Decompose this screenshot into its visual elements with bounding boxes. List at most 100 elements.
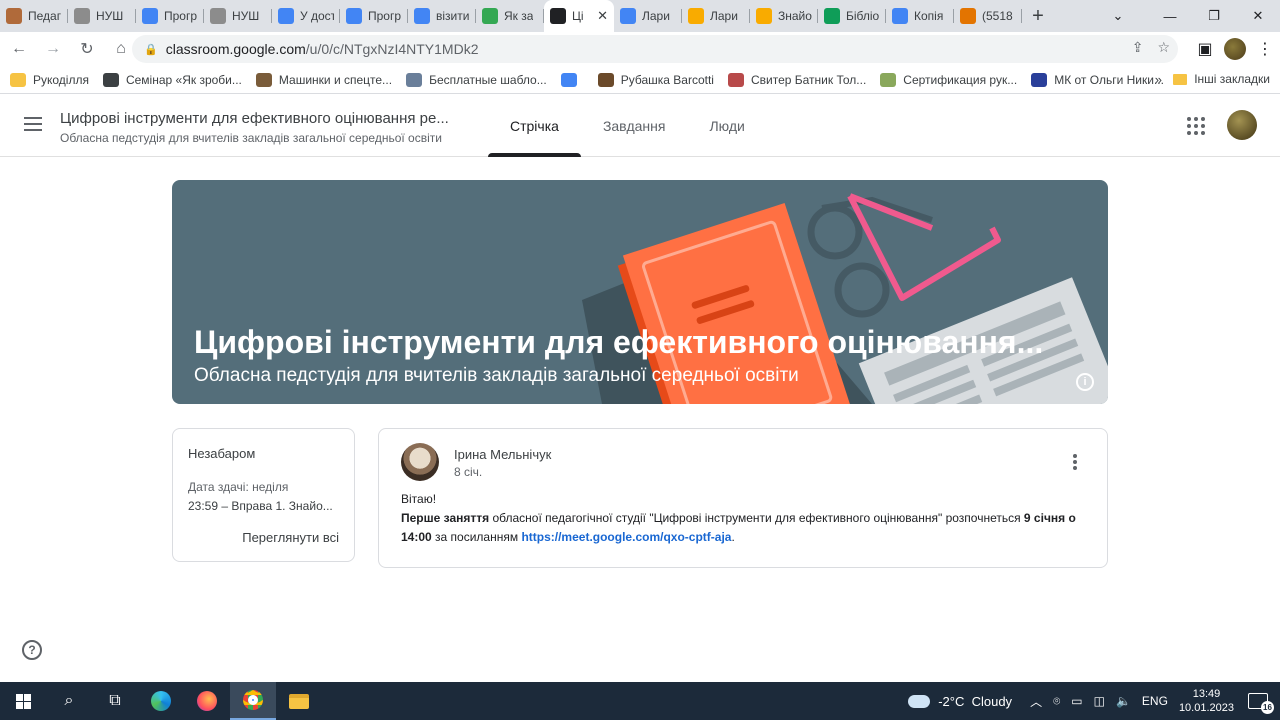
- meet-now-icon[interactable]: ⌾: [1053, 694, 1060, 709]
- post-date: 8 січ.: [454, 465, 483, 479]
- post-bold-first: Перше заняття: [401, 511, 490, 525]
- profile-avatar[interactable]: [1220, 34, 1250, 64]
- bookmark-favicon-icon: [727, 72, 744, 87]
- post-body: Вітаю! Перше заняття обласної педагогічн…: [401, 490, 1101, 547]
- account-avatar[interactable]: [1227, 110, 1257, 140]
- file-explorer-icon[interactable]: [276, 682, 322, 720]
- tab-favicon-icon: [620, 8, 636, 24]
- browser-tab[interactable]: Прогр: [136, 0, 204, 32]
- banner-subtitle: Обласна педстудія для вчителів закладів …: [194, 365, 799, 386]
- bookmark-favicon-icon: [255, 72, 272, 87]
- volume-icon[interactable]: 🔈: [1116, 694, 1131, 708]
- bookmark-label: МК от Ольги Ники...: [1054, 72, 1164, 87]
- bookmark-favicon-icon: [102, 72, 119, 87]
- folder-icon: [1173, 73, 1188, 85]
- bookmark-item[interactable]: Рукоділля: [10, 72, 89, 87]
- windows-taskbar: ⌕ ⧉ -2°C Cloudy ︿ ⌾ ▭ ◫ 🔈 ENG 13:49 10.0…: [0, 682, 1280, 720]
- language-indicator[interactable]: ENG: [1142, 694, 1168, 708]
- help-icon[interactable]: ?: [22, 640, 42, 660]
- notifications-icon[interactable]: 16: [1248, 693, 1274, 714]
- other-bookmarks-folder[interactable]: Інші закладки: [1173, 72, 1270, 86]
- tab-title: Ці: [572, 9, 584, 23]
- restore-button[interactable]: ❐: [1192, 0, 1236, 32]
- network-icon[interactable]: ◫: [1094, 694, 1105, 708]
- tab-people[interactable]: Люди: [687, 95, 766, 157]
- tab-favicon-icon: [824, 8, 840, 24]
- bookmark-item[interactable]: Сертификация рук...: [880, 72, 1017, 87]
- post-more-icon[interactable]: [1073, 454, 1077, 470]
- browser-toolbar: ← → ↻ ⌂ 🔒 classroom.google.com/u/0/c/NTg…: [0, 32, 1280, 66]
- browser-tab[interactable]: Бібліо: [818, 0, 886, 32]
- bookmark-label: Машинки и спецте...: [278, 72, 393, 87]
- address-bar[interactable]: 🔒 classroom.google.com/u/0/c/NTgxNzI4NTY…: [132, 35, 1178, 63]
- bookmark-item[interactable]: [560, 72, 584, 87]
- firefox-icon[interactable]: [184, 682, 230, 720]
- browser-tab[interactable]: Знайо: [750, 0, 818, 32]
- close-tab-icon[interactable]: ✕: [597, 8, 608, 24]
- browser-tab[interactable]: Педаг: [0, 0, 68, 32]
- course-tabs: Стрічка Завдання Люди: [488, 95, 767, 157]
- edge-icon[interactable]: [138, 682, 184, 720]
- view-all-button[interactable]: Переглянути всі: [242, 530, 339, 545]
- bookmark-item[interactable]: Бесплатные шабло...: [406, 72, 547, 87]
- bookmark-item[interactable]: Рубашка Barcotti: [597, 72, 714, 87]
- browser-tab[interactable]: У дост: [272, 0, 340, 32]
- reload-button[interactable]: ↻: [72, 34, 102, 64]
- bookmark-item[interactable]: Машинки и спецте...: [255, 72, 393, 87]
- banner-title: Цифрові інструменти для ефективного оцін…: [194, 324, 1044, 360]
- bookmarks-bar: Рукоділля Семінар «Як зроби... Машинки и с…: [0, 66, 1280, 94]
- bookmark-item[interactable]: Свитер Батник Тол...: [727, 72, 866, 87]
- other-bookmarks-label: Інші закладки: [1194, 72, 1270, 86]
- clock[interactable]: 13:49 10.01.2023: [1179, 687, 1234, 715]
- info-icon[interactable]: i: [1076, 373, 1094, 391]
- browser-tab[interactable]: (5518: [954, 0, 1022, 32]
- upcoming-assignment-link[interactable]: 23:59 – Вправа 1. Знайо...: [188, 499, 333, 513]
- tab-stream[interactable]: Стрічка: [488, 95, 581, 157]
- post-text: Перше заняття обласної педагогічної студ…: [401, 509, 1101, 547]
- browser-tab[interactable]: Лари: [682, 0, 750, 32]
- course-title[interactable]: Цифрові інструменти для ефективного оцін…: [60, 110, 449, 127]
- browser-tab[interactable]: Як за: [476, 0, 544, 32]
- back-button[interactable]: ←: [4, 34, 34, 64]
- browser-tab[interactable]: візити: [408, 0, 476, 32]
- share-icon[interactable]: ⇪: [1132, 39, 1144, 56]
- meet-link[interactable]: https://meet.google.com/qxo-cptf-aja: [521, 530, 731, 544]
- tab-search-chevron-icon[interactable]: ⌄: [1098, 0, 1138, 32]
- bookmark-item[interactable]: МК от Ольги Ники...: [1031, 72, 1164, 87]
- task-view-icon[interactable]: ⧉: [92, 682, 138, 720]
- close-window-button[interactable]: ✕: [1236, 0, 1280, 32]
- browser-tab[interactable]: Прогр: [340, 0, 408, 32]
- forward-button[interactable]: →: [38, 34, 68, 64]
- main-menu-icon[interactable]: [24, 117, 42, 131]
- tab-favicon-icon: [6, 8, 22, 24]
- bookmark-star-icon[interactable]: ☆: [1157, 39, 1170, 56]
- start-button[interactable]: [0, 682, 46, 720]
- tab-classwork[interactable]: Завдання: [581, 95, 688, 157]
- tab-title: НУШ: [232, 9, 260, 23]
- bookmark-favicon-icon: [406, 72, 423, 87]
- chevron-up-icon[interactable]: ︿: [1030, 693, 1042, 710]
- side-panel-icon[interactable]: ▣: [1190, 34, 1220, 64]
- weather-widget[interactable]: -2°C Cloudy: [908, 694, 1012, 709]
- bookmark-label: Рукоділля: [33, 72, 89, 87]
- announcement-post: Ірина Мельнічук 8 січ. Вітаю! Перше заня…: [378, 428, 1108, 568]
- bookmark-item[interactable]: Семінар «Як зроби...: [102, 72, 242, 87]
- browser-tab[interactable]: Копія: [886, 0, 954, 32]
- battery-icon[interactable]: ▭: [1071, 694, 1082, 708]
- chrome-taskbar-icon[interactable]: [230, 682, 276, 720]
- bookmark-favicon-icon: [560, 72, 577, 87]
- chrome-menu-icon[interactable]: ⋮: [1250, 34, 1280, 64]
- google-apps-icon[interactable]: [1187, 117, 1205, 135]
- browser-tab[interactable]: НУШ: [204, 0, 272, 32]
- search-icon[interactable]: ⌕: [46, 682, 92, 720]
- browser-tab[interactable]: Лари: [614, 0, 682, 32]
- bookmarks-overflow-button[interactable]: »: [1155, 72, 1162, 87]
- tab-title: Знайо: [778, 9, 812, 23]
- browser-tab-strip: Педаг НУШ Прогр НУШ У дост Прогр візити Як за Ці…: [0, 0, 1280, 32]
- minimize-button[interactable]: —: [1148, 0, 1192, 32]
- tab-favicon-icon: [278, 8, 294, 24]
- tab-favicon-icon: [550, 8, 566, 24]
- browser-tab[interactable]: Ці ✕: [544, 0, 614, 32]
- browser-tab[interactable]: НУШ: [68, 0, 136, 32]
- new-tab-button[interactable]: +: [1022, 0, 1054, 32]
